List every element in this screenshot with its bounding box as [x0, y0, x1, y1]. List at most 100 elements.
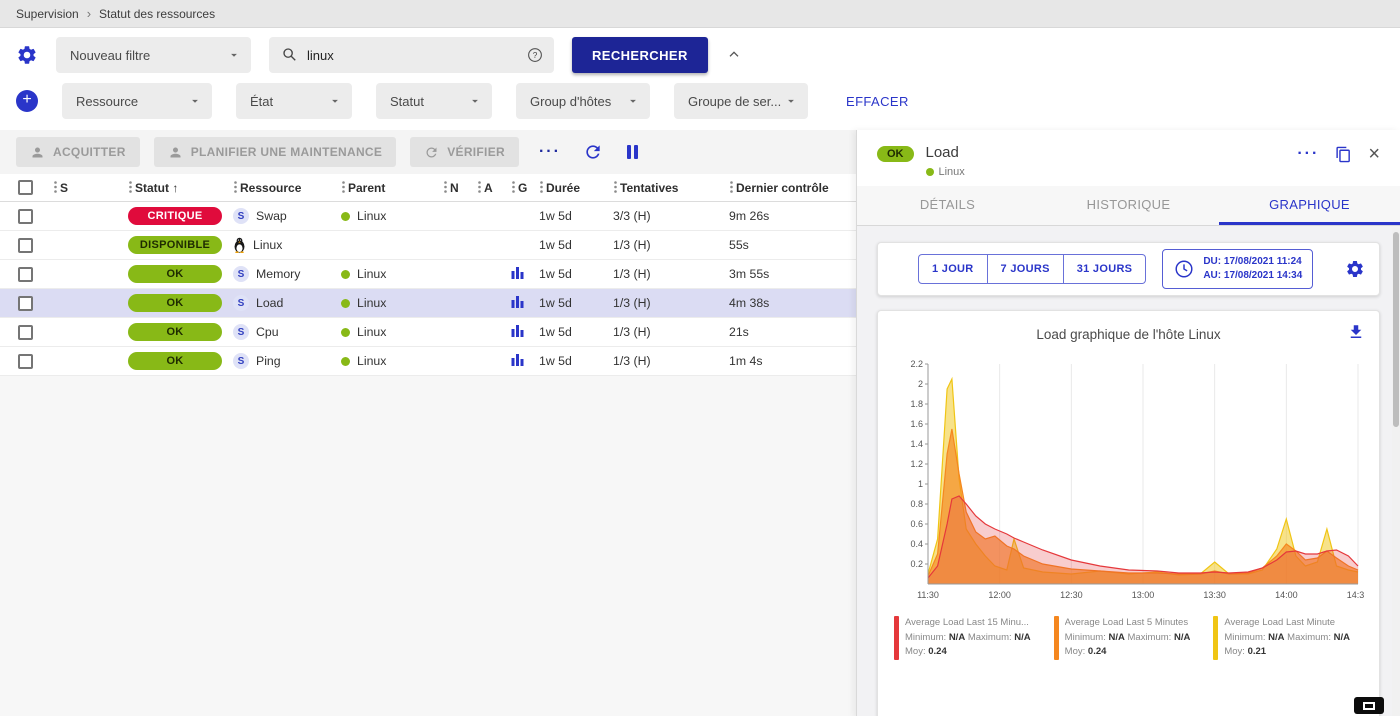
- breadcrumb-supervision[interactable]: Supervision: [16, 7, 79, 21]
- range-button-31-jours[interactable]: 31 JOURS: [1064, 254, 1147, 284]
- tab-graphique[interactable]: GRAPHIQUE: [1219, 186, 1400, 225]
- filter-select-ressource[interactable]: Ressource: [62, 83, 212, 119]
- parent-cell: Linux: [341, 296, 437, 310]
- table-row-memory[interactable]: OKSMemoryLinux1w 5d1/3 (H)3m 55s: [0, 260, 856, 289]
- graph-title: Load graphique de l'hôte Linux: [894, 327, 1363, 342]
- tab-d-tails[interactable]: DÉTAILS: [857, 186, 1038, 225]
- svg-text:12:30: 12:30: [1060, 590, 1083, 600]
- severity-cell: [50, 289, 125, 318]
- legend-color-bar: [894, 616, 899, 660]
- copy-link-icon[interactable]: [1335, 146, 1352, 163]
- pause-icon[interactable]: [627, 145, 638, 159]
- resource-cell[interactable]: SSwap: [233, 208, 335, 224]
- legend-item-average-load-last-minute[interactable]: Average Load Last MinuteMinimum: N/A Max…: [1213, 616, 1363, 660]
- chevron-down-icon: [468, 94, 482, 108]
- column-header-dur-e[interactable]: Durée: [536, 174, 610, 202]
- legend-item-average-load-last-5-minutes[interactable]: Average Load Last 5 MinutesMinimum: N/A …: [1054, 616, 1204, 660]
- svg-text:13:30: 13:30: [1203, 590, 1226, 600]
- acknowledge-button[interactable]: ACQUITTER: [16, 137, 140, 167]
- search-button[interactable]: RECHERCHER: [572, 37, 708, 73]
- duration-cell: 1w 5d: [536, 347, 610, 376]
- clear-filters-button[interactable]: EFFACER: [846, 94, 909, 109]
- resource-cell[interactable]: SMemory: [233, 266, 335, 282]
- row-checkbox[interactable]: [18, 209, 33, 224]
- filter-select-group-d-h-tes[interactable]: Group d'hôtes: [516, 83, 650, 119]
- filter-select-tat[interactable]: État: [236, 83, 352, 119]
- refresh-icon[interactable]: [583, 142, 603, 162]
- row-checkbox[interactable]: [18, 267, 33, 282]
- filter-select-statut[interactable]: Statut: [376, 83, 492, 119]
- column-header-a[interactable]: A: [474, 174, 508, 202]
- table-row-swap[interactable]: CRITIQUESSwapLinux1w 5d3/3 (H)9m 26s: [0, 202, 856, 231]
- close-panel-icon[interactable]: ×: [1368, 144, 1380, 164]
- saved-filter-select[interactable]: Nouveau filtre: [56, 37, 251, 73]
- load-chart[interactable]: 11:3012:0012:3013:0013:3014:0014:300.20.…: [894, 356, 1364, 608]
- maintenance-icon: [168, 145, 183, 160]
- filter-section: Nouveau filtre ? RECHERCHER + Ressource É…: [0, 28, 1400, 130]
- resource-cell[interactable]: SLoad: [233, 295, 335, 311]
- check-button[interactable]: VÉRIFIER: [410, 137, 519, 167]
- collapse-filters-icon[interactable]: [726, 47, 742, 63]
- svg-text:1.6: 1.6: [910, 419, 923, 429]
- range-button-1-jour[interactable]: 1 JOUR: [918, 254, 988, 284]
- scrollbar-thumb[interactable]: [1393, 232, 1399, 427]
- graph-icon[interactable]: [511, 355, 524, 369]
- more-actions-icon[interactable]: ···: [539, 143, 561, 161]
- resource-cell[interactable]: SPing: [233, 353, 335, 369]
- settings-gear-icon[interactable]: [16, 44, 38, 66]
- add-criteria-button[interactable]: +: [16, 90, 38, 112]
- row-checkbox[interactable]: [18, 325, 33, 340]
- svg-text:11:30: 11:30: [917, 590, 939, 600]
- column-header-tentatives[interactable]: Tentatives: [610, 174, 726, 202]
- table-row-load[interactable]: OKSLoadLinux1w 5d1/3 (H)4m 38s: [0, 289, 856, 318]
- period-selector[interactable]: DU: 17/08/2021 11:24 AU: 17/08/2021 14:3…: [1162, 249, 1313, 289]
- row-checkbox[interactable]: [18, 296, 33, 311]
- column-header-s[interactable]: S: [50, 174, 125, 202]
- select-all-checkbox[interactable]: [18, 180, 33, 195]
- filter-select-groupe-de-ser[interactable]: Groupe de ser...: [674, 83, 808, 119]
- maintenance-button[interactable]: PLANIFIER UNE MAINTENANCE: [154, 137, 397, 167]
- chevron-down-icon: [626, 94, 640, 108]
- graph-icon[interactable]: [511, 268, 524, 282]
- range-button-7-jours[interactable]: 7 JOURS: [988, 254, 1064, 284]
- table-row-linux[interactable]: DISPONIBLELinux1w 5d1/3 (H)55s: [0, 231, 856, 260]
- help-icon[interactable]: ?: [526, 46, 544, 64]
- column-header-n[interactable]: N: [440, 174, 474, 202]
- panel-scrollbar[interactable]: [1392, 228, 1400, 716]
- search-box: ?: [269, 37, 554, 73]
- column-header-dernier-contr-le[interactable]: Dernier contrôle: [726, 174, 856, 202]
- last-check-cell: 21s: [726, 318, 856, 347]
- resource-listing: ACQUITTER PLANIFIER UNE MAINTENANCE VÉRI…: [0, 130, 856, 716]
- service-chip: S: [233, 324, 249, 340]
- tries-cell: 3/3 (H): [610, 202, 726, 231]
- panel-more-icon[interactable]: ···: [1297, 145, 1319, 163]
- clock-icon: [1173, 258, 1195, 280]
- resource-cell[interactable]: SCpu: [233, 324, 335, 340]
- time-range-group: 1 JOUR7 JOURS31 JOURS: [918, 254, 1146, 284]
- column-header-ressource[interactable]: Ressource: [230, 174, 338, 202]
- tab-historique[interactable]: HISTORIQUE: [1038, 186, 1219, 225]
- severity-cell: [50, 260, 125, 289]
- row-checkbox[interactable]: [18, 354, 33, 369]
- column-header-parent[interactable]: Parent: [338, 174, 440, 202]
- legend-item-average-load-last-15-minu[interactable]: Average Load Last 15 Minu...Minimum: N/A…: [894, 616, 1044, 660]
- column-header-statut[interactable]: Statut ↑: [125, 174, 230, 202]
- tries-cell: 1/3 (H): [610, 347, 726, 376]
- table-row-ping[interactable]: OKSPingLinux1w 5d1/3 (H)1m 4s: [0, 347, 856, 376]
- last-check-cell: 9m 26s: [726, 202, 856, 231]
- graph-icon[interactable]: [511, 297, 524, 311]
- search-input[interactable]: [307, 48, 518, 63]
- resource-cell[interactable]: Linux: [233, 237, 335, 253]
- row-checkbox[interactable]: [18, 238, 33, 253]
- svg-text:13:00: 13:00: [1132, 590, 1155, 600]
- duration-cell: 1w 5d: [536, 318, 610, 347]
- graph-settings-gear-icon[interactable]: [1345, 259, 1365, 279]
- table-row-cpu[interactable]: OKSCpuLinux1w 5d1/3 (H)21s: [0, 318, 856, 347]
- svg-text:0.8: 0.8: [910, 499, 923, 509]
- app-root: Supervision › Statut des ressources Nouv…: [0, 0, 1400, 716]
- graph-icon[interactable]: [511, 326, 524, 340]
- tries-cell: 1/3 (H): [610, 289, 726, 318]
- svg-text:2: 2: [918, 379, 923, 389]
- column-header-g[interactable]: G: [508, 174, 536, 202]
- export-graph-icon[interactable]: [1347, 323, 1365, 341]
